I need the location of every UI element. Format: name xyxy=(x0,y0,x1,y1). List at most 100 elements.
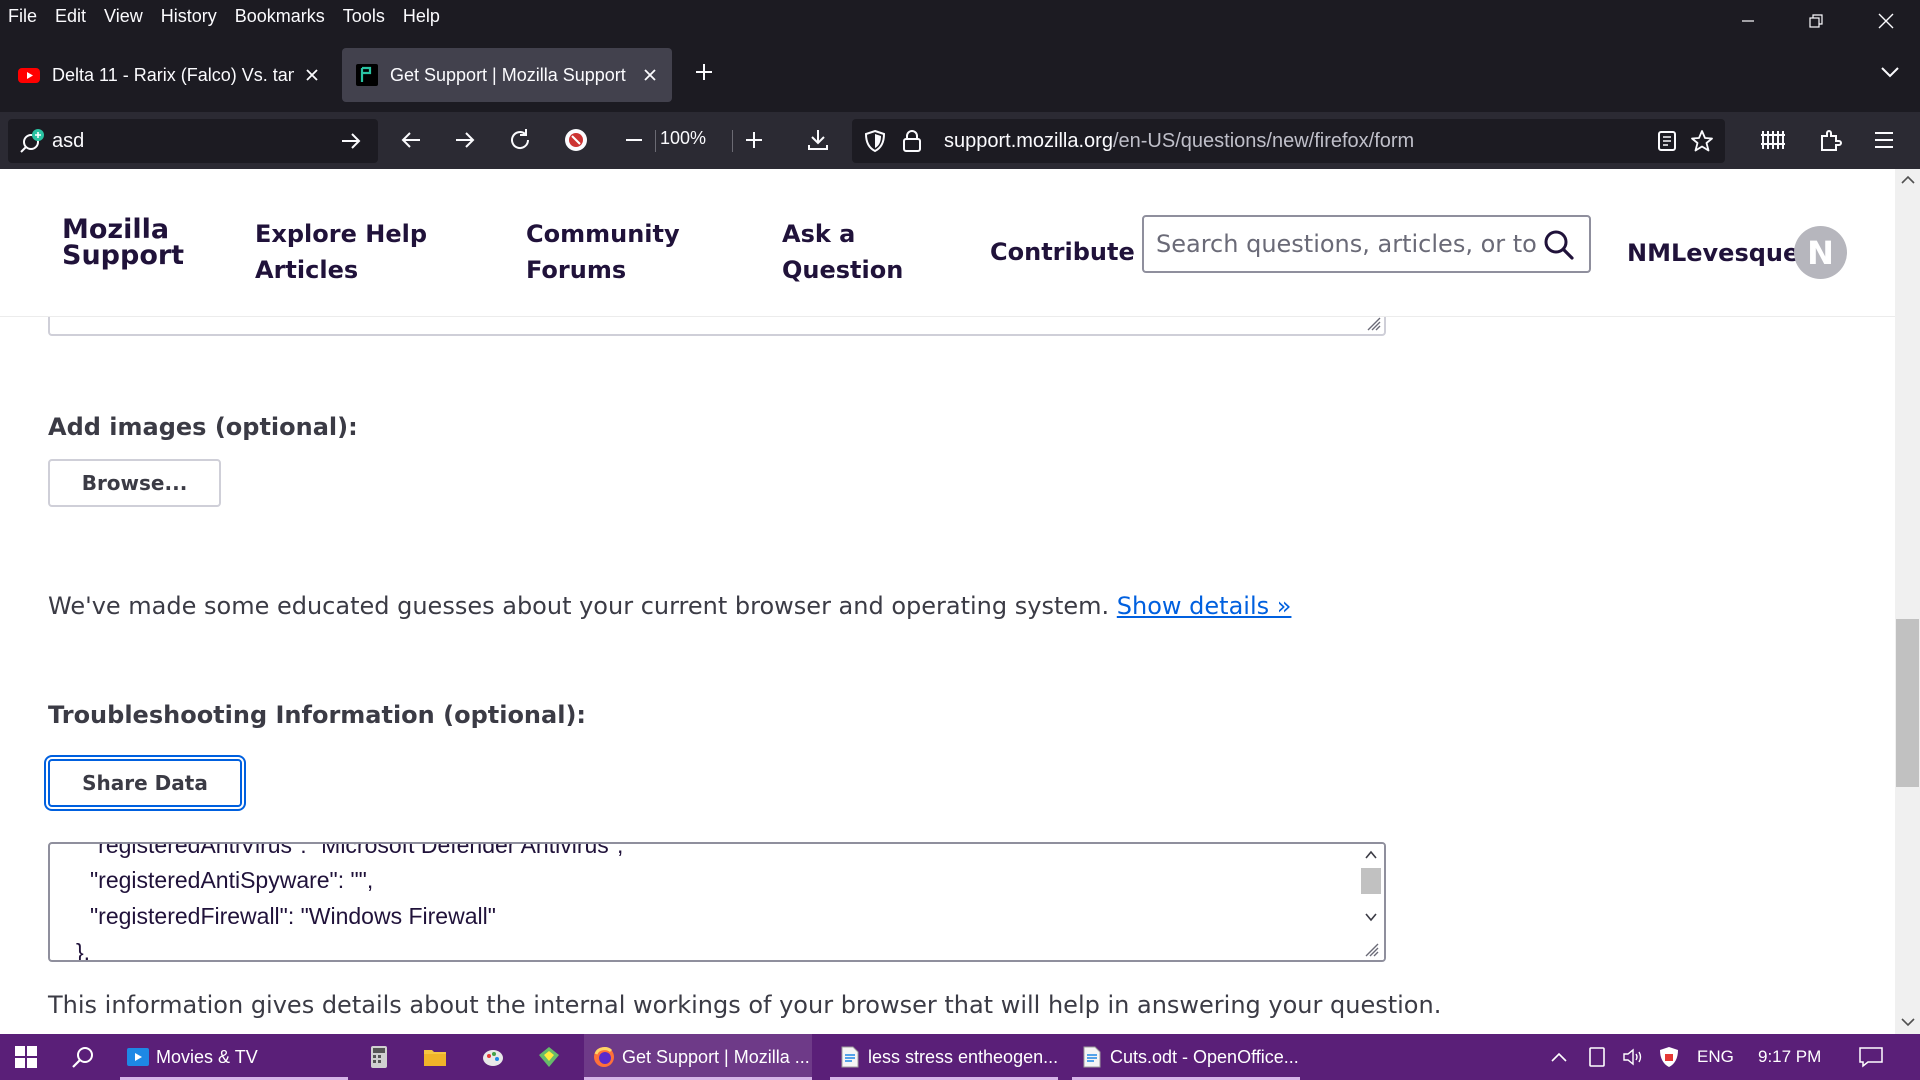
menu-history[interactable]: History xyxy=(161,6,217,27)
textarea-scroll-thumb[interactable] xyxy=(1361,868,1381,894)
scroll-down-icon[interactable] xyxy=(1901,1017,1915,1027)
minimize-icon xyxy=(1742,20,1754,22)
speaker-icon xyxy=(1623,1048,1642,1066)
reader-view-icon[interactable] xyxy=(1656,130,1678,152)
chevron-up-icon xyxy=(1551,1052,1567,1062)
menu-bookmarks[interactable]: Bookmarks xyxy=(235,6,325,27)
tray-tablet-icon-button[interactable] xyxy=(1589,1034,1605,1080)
show-details-link[interactable]: Show details » xyxy=(1117,592,1292,620)
tab-delta-11[interactable]: Delta 11 - Rarix (Falco) Vs. tame xyxy=(4,48,334,102)
menu-file[interactable]: File xyxy=(8,6,37,27)
downloads-button[interactable] xyxy=(798,120,838,160)
mozilla-support-logo[interactable]: Mozilla Support xyxy=(62,216,184,269)
tab-close-button[interactable] xyxy=(300,63,324,87)
scroll-down-icon[interactable] xyxy=(1365,912,1377,922)
taskbar-app[interactable] xyxy=(536,1034,568,1080)
task-label: Get Support | Mozilla ... xyxy=(622,1046,810,1067)
page-scrollbar[interactable] xyxy=(1895,169,1920,1034)
username-link[interactable]: NMLevesque xyxy=(1627,239,1799,267)
clock[interactable]: 9:17 PM xyxy=(1758,1034,1821,1080)
ublock-extension-icon xyxy=(565,129,587,151)
app-menu-button[interactable] xyxy=(1864,120,1904,160)
taskbar-calculator[interactable] xyxy=(366,1034,398,1080)
reload-button[interactable] xyxy=(500,120,540,160)
page-scroll-thumb[interactable] xyxy=(1896,619,1919,787)
scroll-up-icon[interactable] xyxy=(1901,175,1915,185)
taskbar-search-button[interactable] xyxy=(58,1034,108,1080)
taskbar-movies-tv[interactable]: Movies & TV xyxy=(120,1034,348,1080)
site-search-input[interactable] xyxy=(1156,227,1536,261)
scroll-up-icon[interactable] xyxy=(1365,850,1377,860)
extension-button[interactable] xyxy=(556,120,596,160)
avatar[interactable]: N xyxy=(1794,226,1847,279)
library-button[interactable] xyxy=(1753,120,1793,160)
taskbar-file-explorer[interactable] xyxy=(422,1034,454,1080)
menu-tools[interactable]: Tools xyxy=(343,6,385,27)
search-icon xyxy=(72,1047,93,1068)
troubleshooting-label: Troubleshooting Information (optional): xyxy=(48,701,587,729)
start-button[interactable] xyxy=(0,1034,52,1080)
list-all-tabs-button[interactable] xyxy=(1870,52,1910,92)
extensions-button[interactable] xyxy=(1810,120,1850,160)
nav-label-line-1: Ask a xyxy=(782,220,856,248)
taskbar-paint[interactable] xyxy=(480,1034,512,1080)
address-bar[interactable]: support.mozilla.org/en-US/questions/new/… xyxy=(852,119,1725,163)
volume-button[interactable] xyxy=(1622,1034,1646,1080)
bookmark-star-icon[interactable] xyxy=(1690,129,1714,153)
troubleshooting-data-textarea[interactable]: "registeredAntiVirus": "Microsoft Defend… xyxy=(48,842,1386,962)
calculator-icon xyxy=(371,1046,387,1068)
menu-edit[interactable]: Edit xyxy=(55,6,86,27)
windows-taskbar: Movies & TV Get Support | Mozilla ... le… xyxy=(0,1034,1920,1080)
resize-grip-icon[interactable] xyxy=(1365,315,1381,331)
restore-button[interactable] xyxy=(1782,0,1850,42)
tablet-icon xyxy=(1589,1047,1605,1067)
zoom-reset-button[interactable]: 100% xyxy=(660,128,706,149)
taskbar-cuts-odt[interactable]: Cuts.odt - OpenOffice... xyxy=(1072,1034,1300,1080)
notifications-button[interactable] xyxy=(1858,1034,1884,1080)
nav-community-forums[interactable]: Community Forums xyxy=(526,216,680,288)
back-button[interactable] xyxy=(391,120,431,160)
minimize-button[interactable] xyxy=(1714,0,1782,42)
library-icon xyxy=(1761,131,1785,149)
tab-get-support[interactable]: Get Support | Mozilla Support xyxy=(342,48,672,102)
nav-ask-a-question[interactable]: Ask a Question xyxy=(782,216,903,288)
close-icon xyxy=(306,69,318,81)
tab-title: Get Support | Mozilla Support xyxy=(390,64,626,85)
resize-grip-icon[interactable] xyxy=(1363,941,1379,957)
browse-button[interactable]: Browse... xyxy=(48,459,221,507)
new-tab-button[interactable] xyxy=(684,52,724,92)
menu-view[interactable]: View xyxy=(104,6,143,27)
zoom-in-button[interactable] xyxy=(734,120,774,160)
search-bar[interactable]: asd xyxy=(8,119,378,163)
security-tray-button[interactable] xyxy=(1658,1034,1680,1080)
url-text: support.mozilla.org/en-US/questions/new/… xyxy=(944,130,1414,153)
close-icon xyxy=(1878,13,1894,29)
puzzle-icon xyxy=(1821,130,1842,151)
site-search-box xyxy=(1142,215,1591,273)
nav-explore-help-articles[interactable]: Explore Help Articles xyxy=(255,216,427,288)
shield-icon[interactable] xyxy=(864,129,886,153)
forward-button[interactable] xyxy=(445,120,485,160)
nav-label-line-2: Question xyxy=(782,256,904,284)
reload-icon xyxy=(511,129,530,149)
search-icon[interactable] xyxy=(1543,229,1575,261)
toolbar-separator xyxy=(732,130,733,152)
close-window-button[interactable] xyxy=(1852,0,1920,42)
language-indicator[interactable]: ENG xyxy=(1697,1034,1734,1080)
add-images-label: Add images (optional): xyxy=(48,413,358,441)
go-arrow-icon[interactable] xyxy=(340,130,362,152)
taskbar-firefox[interactable]: Get Support | Mozilla ... xyxy=(584,1034,812,1080)
show-hidden-icons-button[interactable] xyxy=(1550,1034,1568,1080)
paint-icon xyxy=(483,1050,503,1066)
mozilla-support-icon xyxy=(356,64,378,86)
nav-contribute[interactable]: Contribute xyxy=(990,234,1135,270)
textarea-scrollbar[interactable] xyxy=(1358,844,1384,960)
lock-icon[interactable] xyxy=(902,129,922,153)
zoom-out-button[interactable] xyxy=(614,120,654,160)
share-data-button[interactable]: Share Data xyxy=(48,759,242,807)
tab-title: Delta 11 - Rarix (Falco) Vs. tame xyxy=(52,64,294,85)
menu-help[interactable]: Help xyxy=(403,6,440,27)
tab-close-button[interactable] xyxy=(638,63,662,87)
taskbar-less-stress-doc[interactable]: less stress entheogen... xyxy=(830,1034,1058,1080)
close-icon xyxy=(644,69,656,81)
